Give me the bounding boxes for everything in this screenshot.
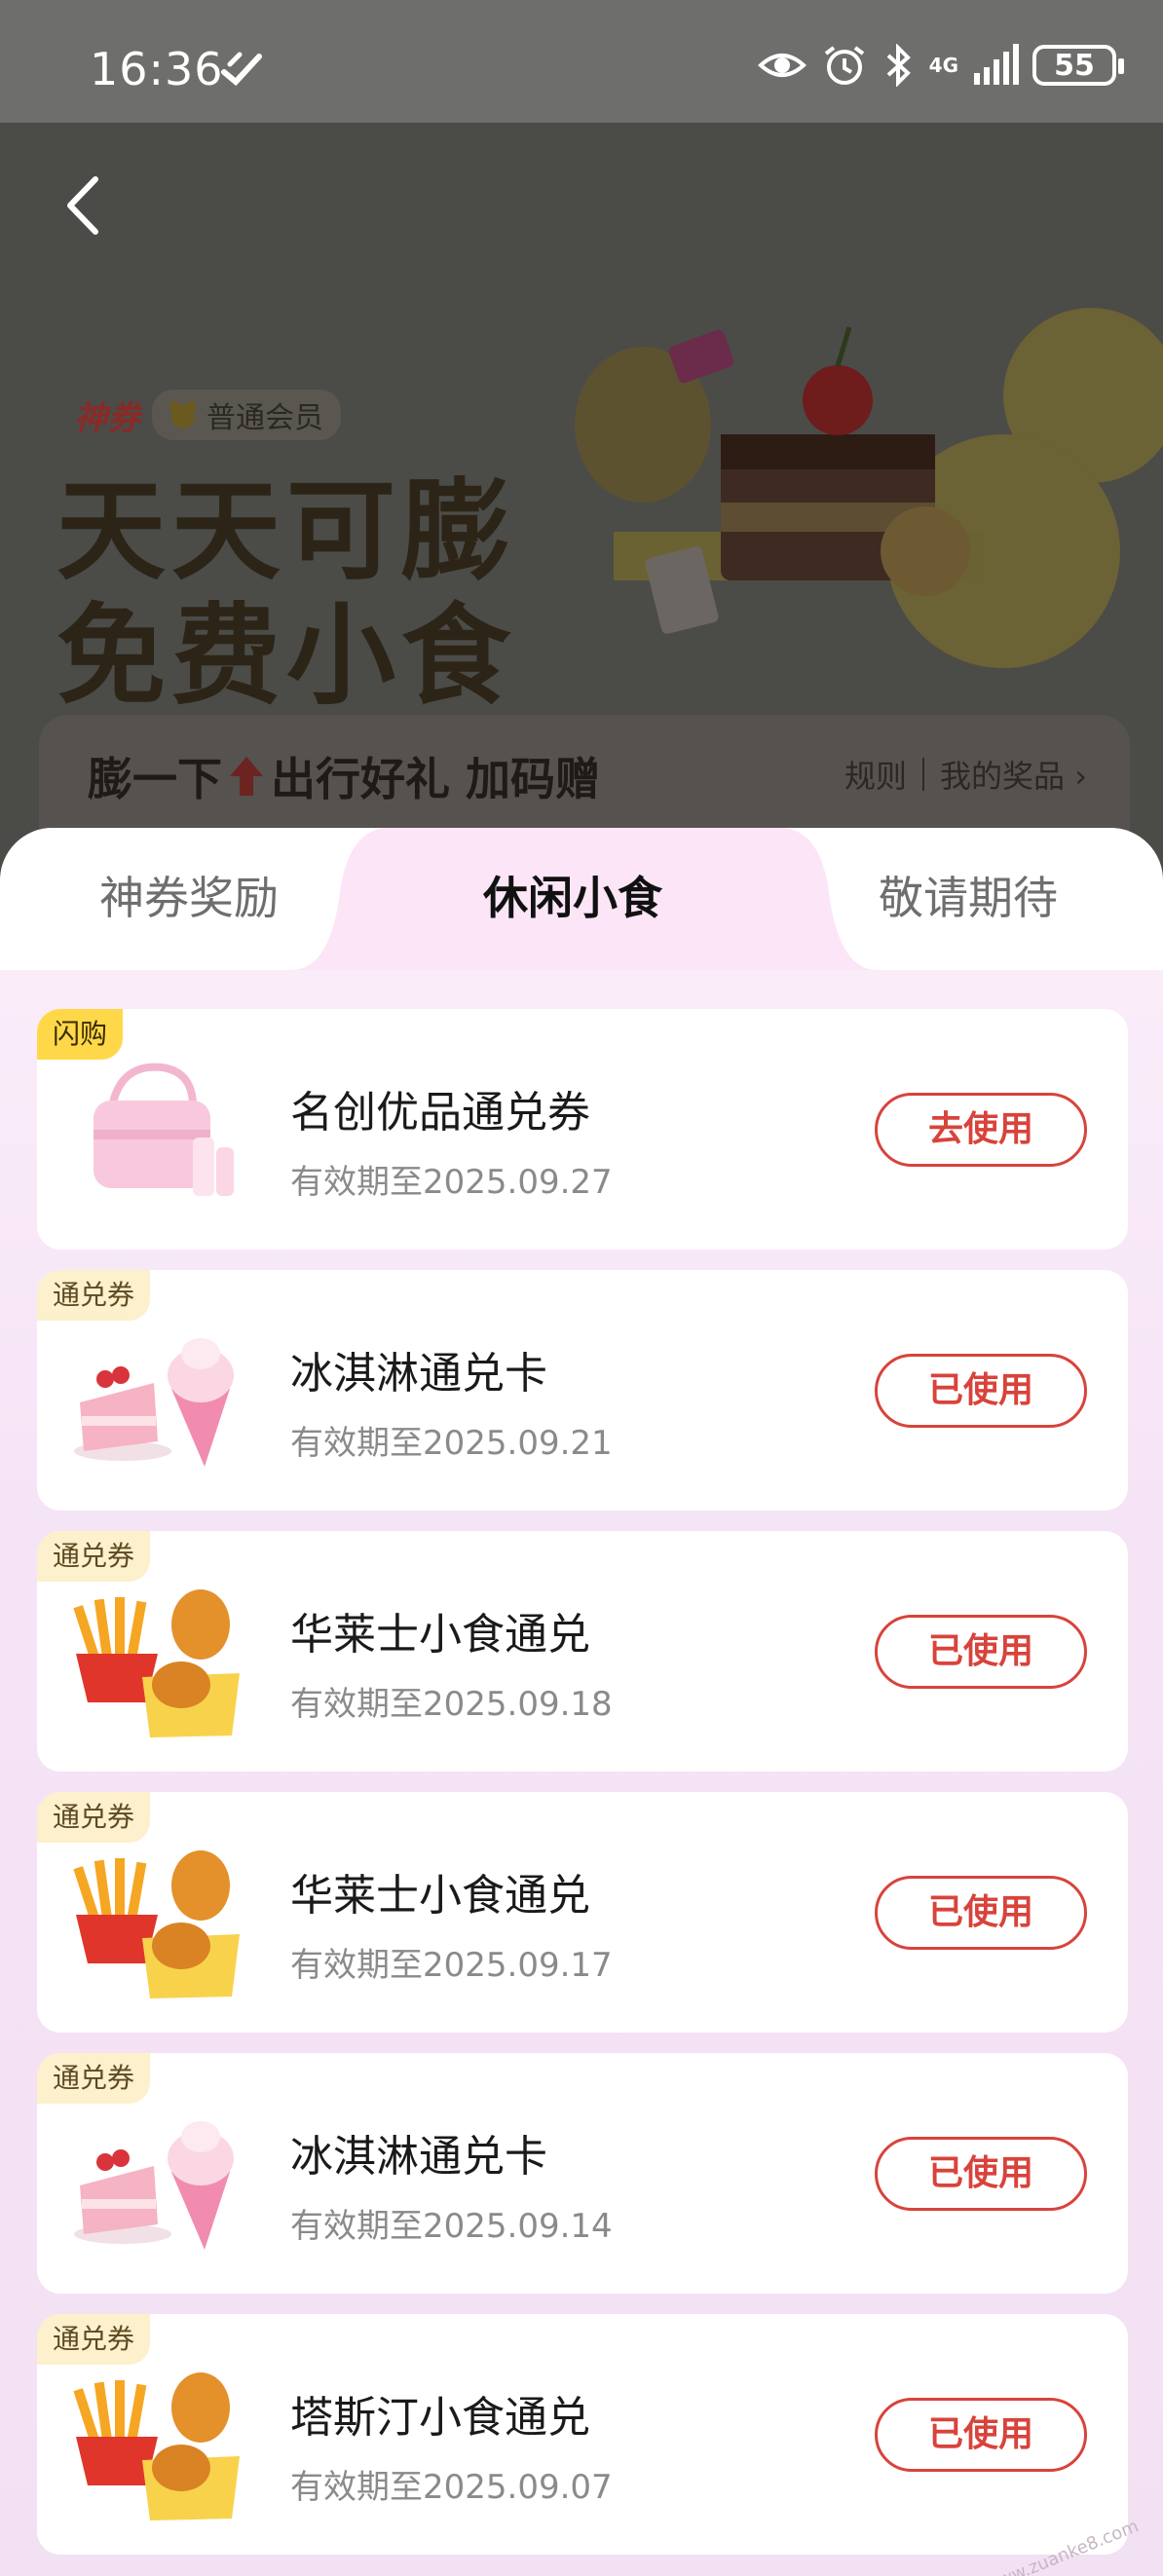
eye-icon [757,54,807,77]
icecream-cake-icon [74,1338,234,1467]
divider [922,758,925,791]
coupon-tag: 通兑券 [37,2314,151,2365]
promo-links: 规则 我的奖品 › [844,752,1087,797]
promo-text-start: 膨一下 [88,753,222,805]
used-button[interactable]: 已使用 [875,2137,1087,2211]
coupon-tag: 通兑券 [37,1531,151,1582]
use-button[interactable]: 去使用 [875,1093,1087,1167]
used-button[interactable]: 已使用 [875,1876,1087,1950]
background-page: 神券 普通会员 天天可膨 免费小食 膨一下 出行好礼 加码赠 规则 我的奖品 › [0,123,1163,863]
back-icon[interactable] [58,171,107,240]
coupon-item[interactable]: 通兑券 塔斯汀小食通兑 有效期至2025.09.07 已使用 [37,2314,1128,2555]
coupon-item[interactable]: 通兑券 冰淇淋通兑卡 有效期至2025.09.21 已使用 [37,1270,1128,1511]
coupon-name: 名创优品通兑券 [290,1088,590,1138]
coupon-name: 华莱士小食通兑 [290,1871,590,1921]
coupon-name: 华莱士小食通兑 [290,1610,590,1660]
member-badge: 普通会员 [152,390,341,440]
used-button[interactable]: 已使用 [875,1615,1087,1689]
status-icons: 4G 55 [757,41,1124,90]
coupon-validity: 有效期至2025.09.21 [290,1424,613,1463]
brand-badge: 神券 [74,398,140,438]
bag-icon [94,1063,234,1196]
coupon-name: 塔斯汀小食通兑 [290,2393,590,2443]
used-button[interactable]: 已使用 [875,2398,1087,2472]
fries-chicken-icon [73,2372,240,2520]
headline-line1: 天天可膨 [56,468,516,595]
badge-row: 神券 普通会员 [74,390,341,440]
used-button[interactable]: 已使用 [875,1354,1087,1428]
coupon-tag: 通兑券 [37,1270,151,1321]
coupon-tag: 闪购 [37,1009,124,1060]
icecream-cake-icon [74,2121,234,2250]
coupon-sheet: 神券奖励 休闲小食 敬请期待 闪购 名创优品通兑券 有效期至2025.09.27… [0,828,1163,2576]
coupon-item[interactable]: 通兑券 华莱士小食通兑 有效期至2025.09.18 已使用 [37,1531,1128,1772]
status-time: 16:36 [90,43,224,95]
tab-snacks[interactable]: 休闲小食 [483,863,662,927]
coupon-validity: 有效期至2025.09.18 [290,1685,613,1724]
my-prizes-link[interactable]: 我的奖品 › [940,752,1087,797]
coupon-validity: 有效期至2025.09.07 [290,2468,613,2507]
coupon-name: 冰淇淋通兑卡 [290,1349,547,1399]
coupon-validity: 有效期至2025.09.27 [290,1163,613,1202]
network-type: 4G [928,54,958,77]
coupon-name: 冰淇淋通兑卡 [290,2132,547,2182]
coupon-validity: 有效期至2025.09.14 [290,2207,613,2246]
coupon-item[interactable]: 闪购 名创优品通兑券 有效期至2025.09.27 去使用 [37,1009,1128,1250]
arrow-up-icon [230,757,263,796]
promo-text-end: 出行好礼 加码赠 [271,753,601,805]
coupon-item[interactable]: 通兑券 冰淇淋通兑卡 有效期至2025.09.14 已使用 [37,2053,1128,2294]
rules-link[interactable]: 规则 [844,752,907,797]
coupon-validity: 有效期至2025.09.17 [290,1946,613,1985]
member-label: 普通会员 [206,401,323,435]
headline: 天天可膨 免费小食 [56,469,516,719]
alarm-icon [824,46,864,85]
coupon-tag: 通兑券 [37,2053,151,2104]
signal-icon [974,44,1019,85]
coupon-list: 闪购 名创优品通兑券 有效期至2025.09.27 去使用 通兑券 冰淇淋通兑卡… [37,1009,1128,2575]
member-crown-icon [169,401,197,429]
battery-level: 55 [1054,48,1095,83]
coupon-tag: 通兑券 [37,1792,151,1843]
tab-coming-soon[interactable]: 敬请期待 [879,863,1058,927]
tab-shenquan-rewards[interactable]: 神券奖励 [99,863,279,927]
fries-chicken-icon [73,1589,240,1737]
promo-text: 膨一下 出行好礼 加码赠 [88,744,600,808]
battery-icon: 55 [1032,45,1124,86]
fries-chicken-icon [73,1850,240,1998]
headline-line2: 免费小食 [56,593,516,720]
bluetooth-icon [886,44,911,87]
coupon-item[interactable]: 通兑券 华莱士小食通兑 有效期至2025.09.17 已使用 [37,1792,1128,2033]
status-bar: 16:36 4G 55 [0,0,1163,123]
network-check-icon [221,52,262,86]
